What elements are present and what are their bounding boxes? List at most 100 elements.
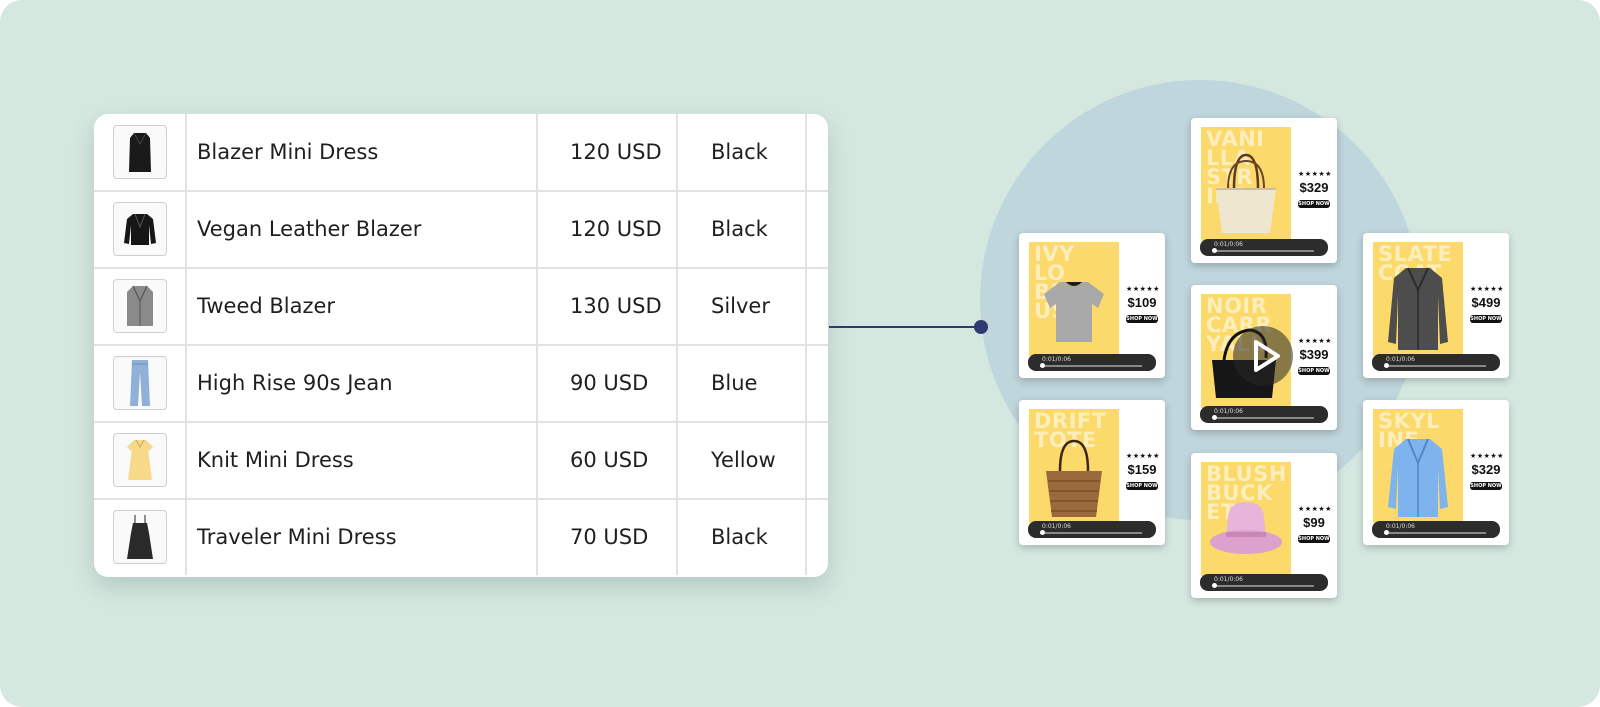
video-time: 0:01/0:06 xyxy=(1386,523,1415,530)
video-player-bar[interactable]: 0:01/0:06 xyxy=(1372,521,1500,538)
shop-now-button[interactable]: SHOP NOW xyxy=(1298,200,1330,208)
card-image-panel: SKYL INE xyxy=(1373,409,1463,523)
black-blazer-dress-icon xyxy=(112,125,167,179)
progress-knob[interactable] xyxy=(1384,530,1389,535)
black-slip-dress-icon xyxy=(112,510,167,564)
progress-track[interactable] xyxy=(1042,532,1142,534)
video-player-bar[interactable]: 0:01/0:06 xyxy=(1028,521,1156,538)
video-player-bar[interactable]: 0:01/0:06 xyxy=(1200,574,1328,591)
shop-now-button[interactable]: SHOP NOW xyxy=(1470,315,1502,323)
video-time: 0:01/0:06 xyxy=(1386,356,1415,363)
product-thumbnail-cell xyxy=(94,499,187,575)
progress-knob[interactable] xyxy=(1212,583,1217,588)
progress-track[interactable] xyxy=(1386,365,1486,367)
progress-knob[interactable] xyxy=(1212,415,1217,420)
product-video-card[interactable]: IVY LO BLU USE ★★★★★ $109 SHOP NOW 0:01/… xyxy=(1019,233,1165,378)
shop-now-button[interactable]: SHOP NOW xyxy=(1298,535,1330,543)
connector-line xyxy=(829,326,982,328)
tote-bag-icon xyxy=(1216,153,1276,233)
product-name: Traveler Mini Dress xyxy=(187,499,538,575)
product-price: 60 USD xyxy=(538,422,678,498)
rating-stars: ★★★★★ xyxy=(1126,452,1160,460)
play-icon xyxy=(1254,340,1280,372)
grey-top-icon xyxy=(1044,282,1104,342)
shop-now-button[interactable]: SHOP NOW xyxy=(1470,482,1502,490)
product-color: Silver xyxy=(678,268,807,344)
card-price: $499 xyxy=(1471,295,1501,310)
product-thumbnail-cell xyxy=(94,268,187,344)
leather-jacket-icon xyxy=(112,202,167,256)
product-price: 130 USD xyxy=(538,268,678,344)
pink-bucket-hat-icon xyxy=(1210,502,1282,554)
tweed-blazer-icon xyxy=(112,279,167,333)
shop-now-button[interactable]: SHOP NOW xyxy=(1126,315,1158,323)
yellow-dress-icon xyxy=(112,433,167,487)
product-video-card[interactable]: SLATE COAT ★★★★★ $499 SHOP NOW 0:01/0:06 xyxy=(1363,233,1509,378)
progress-knob[interactable] xyxy=(1212,248,1217,253)
table-row[interactable]: High Rise 90s Jean 90 USD Blue L xyxy=(94,345,828,423)
card-price: $159 xyxy=(1127,462,1157,477)
product-price: 120 USD xyxy=(538,191,678,267)
blue-blazer-icon xyxy=(1388,438,1448,517)
rating-stars: ★★★★★ xyxy=(1470,452,1504,460)
product-thumbnail-cell xyxy=(94,191,187,267)
table-row[interactable]: Knit Mini Dress 60 USD Yellow L xyxy=(94,422,828,500)
card-price: $399 xyxy=(1299,347,1329,362)
product-name: Tweed Blazer xyxy=(187,268,538,344)
table-row[interactable]: Tweed Blazer 130 USD Silver L xyxy=(94,268,828,346)
rating-stars: ★★★★★ xyxy=(1126,285,1160,293)
connector-dot xyxy=(974,320,988,334)
table-row[interactable]: Vegan Leather Blazer 120 USD Black S xyxy=(94,191,828,269)
progress-knob[interactable] xyxy=(1384,363,1389,368)
table-row[interactable]: Blazer Mini Dress 120 USD Black L xyxy=(94,114,828,192)
video-player-bar[interactable]: 0:01/0:06 xyxy=(1200,239,1328,256)
woven-tote-icon xyxy=(1046,439,1102,517)
product-thumbnail-cell xyxy=(94,345,187,421)
rating-stars: ★★★★★ xyxy=(1470,285,1504,293)
product-name: Blazer Mini Dress xyxy=(187,114,538,190)
product-name: Vegan Leather Blazer xyxy=(187,191,538,267)
progress-track[interactable] xyxy=(1214,585,1314,587)
video-time: 0:01/0:06 xyxy=(1042,356,1071,363)
product-color: Black xyxy=(678,191,807,267)
video-player-bar[interactable]: 0:01/0:06 xyxy=(1372,354,1500,371)
progress-track[interactable] xyxy=(1214,250,1314,252)
canvas-background: Blazer Mini Dress 120 USD Black L Vegan … xyxy=(0,0,1600,707)
product-color: Blue xyxy=(678,345,807,421)
shop-now-button[interactable]: SHOP NOW xyxy=(1126,482,1158,490)
product-color: Yellow xyxy=(678,422,807,498)
product-name: High Rise 90s Jean xyxy=(187,345,538,421)
product-price: 120 USD xyxy=(538,114,678,190)
rating-stars: ★★★★★ xyxy=(1298,337,1332,345)
video-time: 0:01/0:06 xyxy=(1042,523,1071,530)
table-row[interactable]: Traveler Mini Dress 70 USD Black L xyxy=(94,499,828,575)
video-time: 0:01/0:06 xyxy=(1214,408,1243,415)
card-image-panel: VANI LLA STR IPE xyxy=(1201,127,1291,241)
card-image-panel: BLUSH BUCK ET xyxy=(1201,462,1291,576)
card-price: $329 xyxy=(1471,462,1501,477)
product-video-card[interactable]: BLUSH BUCK ET ★★★★★ $99 SHOP NOW 0:01/0:… xyxy=(1191,453,1337,598)
card-price: $109 xyxy=(1127,295,1157,310)
product-price: 90 USD xyxy=(538,345,678,421)
product-video-card[interactable]: VANI LLA STR IPE ★★★★★ $329 SHOP NOW 0:0… xyxy=(1191,118,1337,263)
video-player-bar[interactable]: 0:01/0:06 xyxy=(1200,406,1328,423)
video-player-bar[interactable]: 0:01/0:06 xyxy=(1028,354,1156,371)
product-video-card[interactable]: DRIFT TOTE ★★★★★ $159 SHOP NOW 0:01/0:06 xyxy=(1019,400,1165,545)
progress-knob[interactable] xyxy=(1040,530,1045,535)
product-thumbnail-cell xyxy=(94,114,187,190)
product-video-card[interactable]: SKYL INE ★★★★★ $329 SHOP NOW 0:01/0:06 xyxy=(1363,400,1509,545)
shop-now-button[interactable]: SHOP NOW xyxy=(1298,367,1330,375)
progress-track[interactable] xyxy=(1042,365,1142,367)
jeans-icon xyxy=(112,356,167,410)
product-color: Black xyxy=(678,114,807,190)
progress-track[interactable] xyxy=(1386,532,1486,534)
progress-knob[interactable] xyxy=(1040,363,1045,368)
product-thumbnail-cell xyxy=(94,422,187,498)
card-price: $329 xyxy=(1299,180,1329,195)
video-time: 0:01/0:06 xyxy=(1214,576,1243,583)
play-button[interactable] xyxy=(1233,326,1293,386)
rating-stars: ★★★★★ xyxy=(1298,170,1332,178)
card-image-panel: SLATE COAT xyxy=(1373,242,1463,356)
progress-track[interactable] xyxy=(1214,417,1314,419)
card-image-panel: IVY LO BLU USE xyxy=(1029,242,1119,356)
